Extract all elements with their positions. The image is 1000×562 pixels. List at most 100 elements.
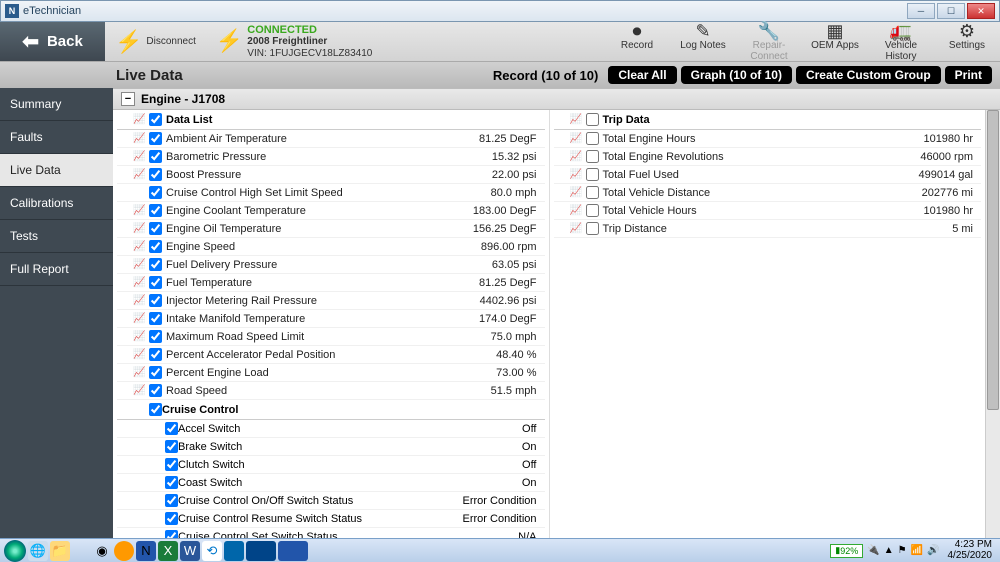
data-list-section[interactable]: 📈 Data List bbox=[117, 110, 545, 130]
tray-sound-icon[interactable]: 🔊 bbox=[927, 545, 939, 556]
data-row[interactable]: 📈Road Speed51.5 mph bbox=[117, 382, 545, 400]
data-row[interactable]: 📈Ambient Air Temperature81.25 DegF bbox=[117, 130, 545, 148]
data-row[interactable]: 📈Engine Coolant Temperature183.00 DegF bbox=[117, 202, 545, 220]
data-row[interactable]: 📈Fuel Delivery Pressure63.05 psi bbox=[117, 256, 545, 274]
sidebar-item-faults[interactable]: Faults bbox=[0, 121, 113, 154]
data-row[interactable]: 📈Trip Distance5 mi bbox=[554, 220, 982, 238]
row-checkbox[interactable] bbox=[165, 476, 178, 489]
sidebar-item-report[interactable]: Full Report bbox=[0, 253, 113, 286]
row-checkbox[interactable] bbox=[586, 150, 599, 163]
data-row[interactable]: Accel SwitchOff bbox=[117, 420, 545, 438]
toolbar-repair-button[interactable]: 🔧Repair-Connect bbox=[736, 22, 802, 62]
row-checkbox[interactable] bbox=[149, 258, 162, 271]
trip-data-checkbox[interactable] bbox=[586, 113, 599, 126]
clock[interactable]: 4:23 PM 4/25/2020 bbox=[944, 540, 997, 561]
sidebar-item-live[interactable]: Live Data bbox=[0, 154, 113, 187]
data-row[interactable]: 📈Barometric Pressure15.32 psi bbox=[117, 148, 545, 166]
row-checkbox[interactable] bbox=[149, 150, 162, 163]
data-row[interactable]: Cruise Control Resume Switch StatusError… bbox=[117, 510, 545, 528]
row-checkbox[interactable] bbox=[165, 494, 178, 507]
row-checkbox[interactable] bbox=[165, 530, 178, 538]
sidebar-item-tests[interactable]: Tests bbox=[0, 220, 113, 253]
sidebar-item-summary[interactable]: Summary bbox=[0, 88, 113, 121]
graph-button[interactable]: Graph (10 of 10) bbox=[681, 66, 792, 84]
data-row[interactable]: 📈Engine Oil Temperature156.25 DegF bbox=[117, 220, 545, 238]
data-row[interactable]: Coast SwitchOn bbox=[117, 474, 545, 492]
row-checkbox[interactable] bbox=[586, 222, 599, 235]
toolbar-history-button[interactable]: 🚛Vehicle History bbox=[868, 22, 934, 62]
data-row[interactable]: Cruise Control Set Switch StatusN/A bbox=[117, 528, 545, 538]
data-list-checkbox[interactable] bbox=[149, 113, 162, 126]
data-row[interactable]: 📈Total Vehicle Distance202776 mi bbox=[554, 184, 982, 202]
row-checkbox[interactable] bbox=[586, 168, 599, 181]
data-row[interactable]: Brake SwitchOn bbox=[117, 438, 545, 456]
data-row[interactable]: 📈Percent Engine Load73.00 % bbox=[117, 364, 545, 382]
data-row[interactable]: 📈Maximum Road Speed Limit75.0 mph bbox=[117, 328, 545, 346]
clear-all-button[interactable]: Clear All bbox=[608, 66, 676, 84]
scrollbar[interactable] bbox=[985, 110, 1000, 538]
tray-flag-icon[interactable]: ⚑ bbox=[898, 545, 907, 556]
data-row[interactable]: 📈Percent Accelerator Pedal Position48.40… bbox=[117, 346, 545, 364]
row-checkbox[interactable] bbox=[149, 312, 162, 325]
row-checkbox[interactable] bbox=[149, 132, 162, 145]
taskbar-app2-icon[interactable] bbox=[224, 541, 244, 561]
scroll-thumb[interactable] bbox=[987, 110, 999, 410]
data-row[interactable]: 📈Total Vehicle Hours101980 hr bbox=[554, 202, 982, 220]
row-checkbox[interactable] bbox=[149, 240, 162, 253]
create-custom-group-button[interactable]: Create Custom Group bbox=[796, 66, 941, 84]
row-checkbox[interactable] bbox=[149, 222, 162, 235]
toolbar-oem-button[interactable]: ▦OEM Apps bbox=[802, 22, 868, 62]
taskbar-app-icon[interactable]: N bbox=[136, 541, 156, 561]
taskbar-app4-icon[interactable] bbox=[278, 541, 308, 561]
row-checkbox[interactable] bbox=[149, 330, 162, 343]
data-row[interactable]: 📈Intake Manifold Temperature174.0 DegF bbox=[117, 310, 545, 328]
row-checkbox[interactable] bbox=[165, 512, 178, 525]
row-checkbox[interactable] bbox=[149, 384, 162, 397]
row-checkbox[interactable] bbox=[165, 458, 178, 471]
row-checkbox[interactable] bbox=[149, 186, 162, 199]
trip-data-section[interactable]: 📈 Trip Data bbox=[554, 110, 982, 130]
window-maximize[interactable]: ☐ bbox=[937, 3, 965, 19]
disconnect-button[interactable]: ⚡ Disconnect bbox=[105, 29, 206, 55]
group-header[interactable]: − Engine - J1708 bbox=[113, 88, 1000, 110]
collapse-icon[interactable]: − bbox=[121, 92, 135, 106]
row-checkbox[interactable] bbox=[165, 422, 178, 435]
row-checkbox[interactable] bbox=[586, 186, 599, 199]
data-row[interactable]: 📈Boost Pressure22.00 psi bbox=[117, 166, 545, 184]
taskbar-firefox-icon[interactable] bbox=[114, 541, 134, 561]
tray-plug-icon[interactable]: 🔌 bbox=[867, 545, 879, 556]
taskbar-folder-icon[interactable]: 📁 bbox=[50, 541, 70, 561]
data-row[interactable]: 📈Total Engine Hours101980 hr bbox=[554, 130, 982, 148]
row-checkbox[interactable] bbox=[586, 204, 599, 217]
row-checkbox[interactable] bbox=[586, 132, 599, 145]
row-checkbox[interactable] bbox=[149, 348, 162, 361]
row-checkbox[interactable] bbox=[149, 366, 162, 379]
print-button[interactable]: Print bbox=[945, 66, 992, 84]
data-row[interactable]: 📈Fuel Temperature81.25 DegF bbox=[117, 274, 545, 292]
start-button[interactable] bbox=[4, 540, 26, 562]
taskbar-app3-icon[interactable] bbox=[246, 541, 276, 561]
window-minimize[interactable]: ─ bbox=[907, 3, 935, 19]
toolbar-lognotes-button[interactable]: ✎Log Notes bbox=[670, 22, 736, 62]
taskbar-teamviewer-icon[interactable]: ⟲ bbox=[202, 541, 222, 561]
data-row[interactable]: 📈Engine Speed896.00 rpm bbox=[117, 238, 545, 256]
row-checkbox[interactable] bbox=[149, 294, 162, 307]
row-checkbox[interactable] bbox=[165, 440, 178, 453]
window-close[interactable]: ✕ bbox=[967, 3, 995, 19]
tray-network-icon[interactable]: 📶 bbox=[911, 545, 923, 556]
taskbar-word-icon[interactable]: W bbox=[180, 541, 200, 561]
row-checkbox[interactable] bbox=[149, 168, 162, 181]
back-button[interactable]: ⬅ Back bbox=[0, 22, 105, 61]
sidebar-item-calib[interactable]: Calibrations bbox=[0, 187, 113, 220]
data-row[interactable]: Clutch SwitchOff bbox=[117, 456, 545, 474]
toolbar-settings-button[interactable]: ⚙Settings bbox=[934, 22, 1000, 62]
taskbar-ie-icon[interactable]: 🌐 bbox=[28, 541, 48, 561]
data-row[interactable]: 📈Total Engine Revolutions46000 rpm bbox=[554, 148, 982, 166]
cruise-control-section[interactable]: Cruise Control bbox=[117, 400, 545, 420]
cruise-checkbox[interactable] bbox=[149, 403, 162, 416]
taskbar-excel-icon[interactable]: X bbox=[158, 541, 178, 561]
data-row[interactable]: 📈Total Fuel Used499014 gal bbox=[554, 166, 982, 184]
row-checkbox[interactable] bbox=[149, 204, 162, 217]
taskbar-chrome-icon[interactable]: ◉ bbox=[92, 541, 112, 561]
data-row[interactable]: 📈Injector Metering Rail Pressure4402.96 … bbox=[117, 292, 545, 310]
